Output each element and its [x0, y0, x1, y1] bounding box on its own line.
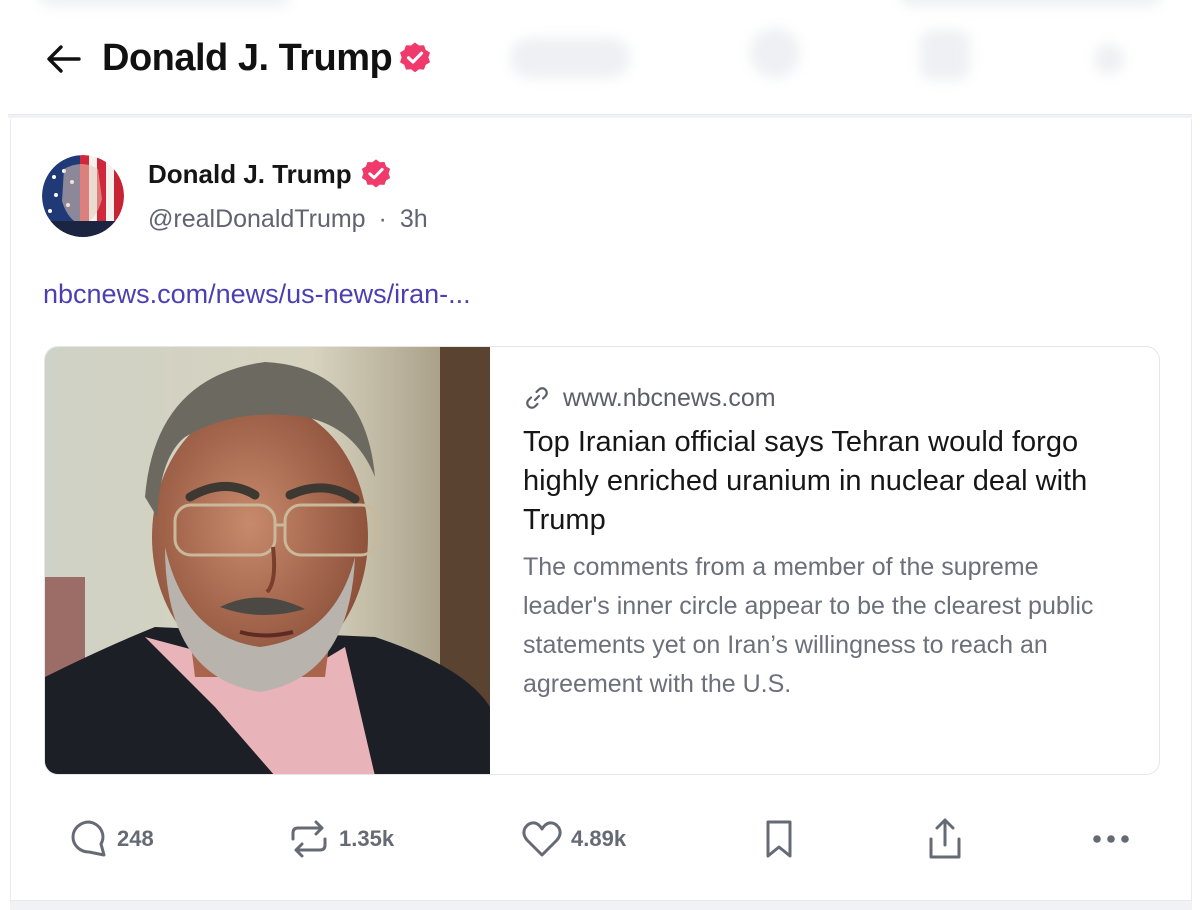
link-preview-card[interactable]: www.nbcnews.com Top Iranian official say…	[44, 346, 1160, 775]
repost-icon	[291, 820, 327, 858]
post-card: Donald J. Trump @realDonaldTrump · 3h nb…	[10, 119, 1192, 901]
blurred-header-icon	[1094, 44, 1124, 74]
top-bar: Donald J. Trump	[0, 0, 1200, 116]
share-icon	[929, 818, 961, 859]
more-icon	[1093, 835, 1129, 843]
bookmark-icon	[766, 820, 792, 858]
author-row: Donald J. Trump	[148, 157, 392, 191]
arrow-left-icon	[47, 45, 81, 73]
avatar[interactable]	[42, 155, 124, 237]
card-domain: www.nbcnews.com	[563, 383, 776, 412]
header-divider	[8, 114, 1192, 118]
blurred-top-edge	[900, 0, 1160, 6]
like-button[interactable]: 4.89k	[521, 809, 626, 869]
feed-divider	[10, 901, 1192, 910]
author-name[interactable]: Donald J. Trump	[148, 159, 352, 190]
reblog-count: 1.35k	[339, 826, 395, 851]
handle-row: @realDonaldTrump · 3h	[148, 205, 428, 234]
link-preview-body: www.nbcnews.com Top Iranian official say…	[523, 381, 1123, 704]
post-link[interactable]: nbcnews.com/news/us-news/iran-...	[43, 279, 471, 310]
verified-badge-icon	[360, 158, 392, 190]
like-count: 4.89k	[571, 826, 627, 851]
reblog-button[interactable]: 1.35k	[287, 809, 394, 869]
page-title-wrap: Donald J. Trump	[102, 32, 432, 84]
reply-button[interactable]: 248	[69, 809, 154, 869]
blurred-header-button	[510, 38, 630, 78]
card-description: The comments from a member of the suprem…	[523, 553, 1094, 698]
handle-separator: ·	[378, 205, 387, 233]
bookmark-button[interactable]	[761, 809, 797, 869]
more-options-button[interactable]	[1091, 809, 1131, 869]
comment-icon	[71, 820, 106, 857]
card-domain-row: www.nbcnews.com	[523, 381, 1123, 415]
heart-icon	[522, 821, 562, 857]
card-title: Top Iranian official says Tehran would f…	[523, 426, 1088, 536]
author-handle[interactable]: @realDonaldTrump	[148, 205, 366, 233]
reply-count: 248	[117, 826, 154, 851]
share-button[interactable]	[925, 809, 965, 869]
link-preview-image	[45, 347, 490, 774]
blurred-header-icon	[750, 28, 800, 78]
blurred-header-icon	[920, 30, 970, 80]
post-timestamp[interactable]: 3h	[400, 205, 428, 233]
back-button[interactable]	[40, 36, 86, 82]
verified-badge-icon	[398, 41, 432, 75]
link-icon	[526, 387, 548, 409]
action-bar: 248 1.35k 4.89k	[11, 809, 1193, 869]
blurred-top-edge	[40, 0, 290, 6]
page-title: Donald J. Trump	[102, 36, 393, 79]
